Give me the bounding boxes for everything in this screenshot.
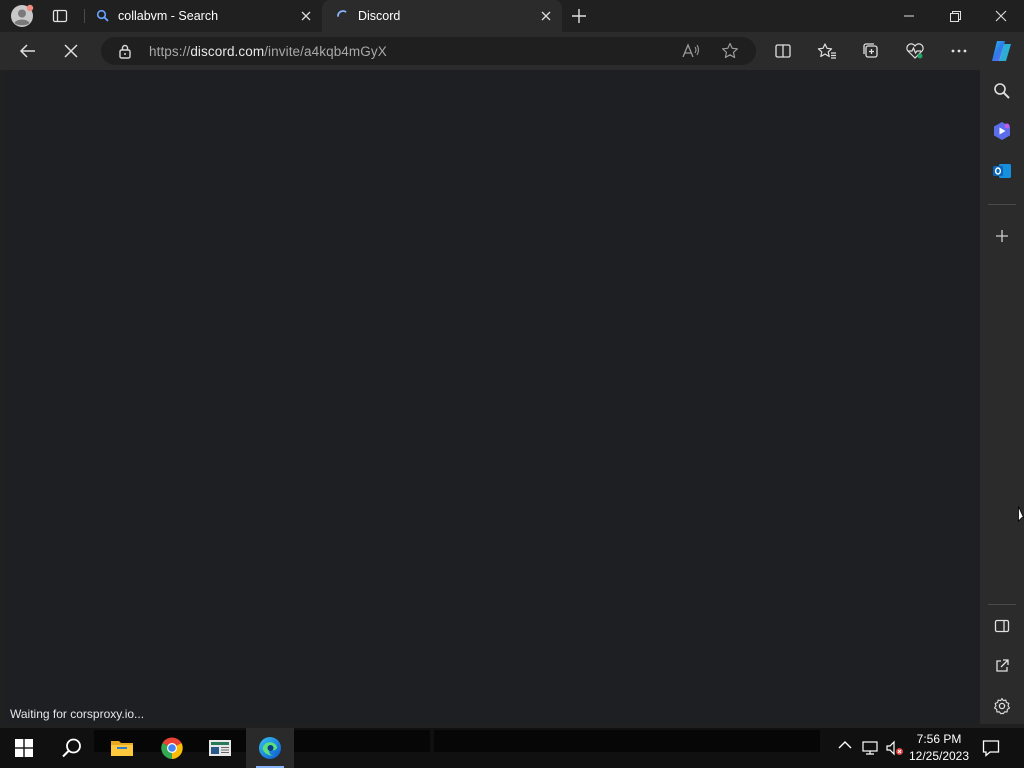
profile-icon <box>11 4 34 27</box>
more-icon <box>951 49 967 53</box>
read-aloud-button[interactable] <box>681 42 701 60</box>
url-path: /invite/a4kqb4mGyX <box>264 44 387 59</box>
sidebar-separator <box>988 204 1016 205</box>
add-icon <box>996 230 1008 242</box>
news-icon <box>209 740 231 756</box>
tab-discord[interactable]: Discord <box>322 0 562 32</box>
tab-title: Discord <box>358 9 401 23</box>
taskbar-toolbar-block <box>434 730 820 752</box>
back-button[interactable] <box>13 37 43 65</box>
stop-icon <box>64 44 78 58</box>
collections-icon <box>863 43 878 58</box>
taskbar-search-button[interactable] <box>48 728 96 768</box>
copilot-icon <box>992 41 1011 61</box>
url-host: discord.com <box>190 44 265 59</box>
read-aloud-icon <box>682 43 700 58</box>
open-in-window-button[interactable] <box>989 653 1015 679</box>
address-bar[interactable]: https://discord.com/invite/a4kqb4mGyX <box>101 37 756 65</box>
close-tab-button[interactable] <box>298 8 314 24</box>
hide-sidebar-icon <box>994 619 1010 633</box>
close-tab-button[interactable] <box>538 8 554 24</box>
navigation-bar: https://discord.com/invite/a4kqb4mGyX <box>0 32 1024 70</box>
volume-status[interactable] <box>886 740 904 756</box>
file-explorer-icon <box>111 741 133 756</box>
clock-date: 12/25/2023 <box>908 749 970 763</box>
outlook-icon <box>993 164 1011 178</box>
chevron-up-icon <box>838 741 852 749</box>
tab-divider <box>84 9 85 23</box>
sidebar-settings-button[interactable] <box>989 693 1015 719</box>
hide-sidebar-button[interactable] <box>989 613 1015 639</box>
back-arrow-icon <box>19 44 35 58</box>
collections-button[interactable] <box>856 37 886 65</box>
profile-avatar[interactable] <box>10 4 34 28</box>
restore-icon <box>949 10 961 22</box>
star-icon <box>722 42 738 59</box>
sidebar-copilot-button[interactable] <box>989 118 1015 144</box>
sidebar-outlook-button[interactable] <box>989 158 1015 184</box>
split-screen-icon <box>775 44 791 58</box>
favorites-icon <box>817 43 836 59</box>
taskbar-clock[interactable]: 7:56 PM 12/25/2023 <box>906 731 972 765</box>
taskbar-news[interactable] <box>196 728 244 768</box>
taskbar-edge[interactable] <box>246 728 294 768</box>
search-icon <box>96 9 109 22</box>
tab-actions-button[interactable] <box>50 7 70 25</box>
open-external-icon <box>996 659 1009 672</box>
search-icon <box>62 738 81 758</box>
status-bar-text: Waiting for corsproxy.io... <box>4 704 151 724</box>
tab-title: collabvm - Search <box>118 9 219 23</box>
close-window-button[interactable] <box>978 0 1024 32</box>
tab-collabvm-search[interactable]: collabvm - Search <box>86 0 322 32</box>
sidebar-separator <box>988 604 1016 605</box>
close-icon <box>541 11 551 21</box>
close-icon <box>301 11 311 21</box>
sidebar-search-button[interactable] <box>989 78 1015 104</box>
new-tab-button[interactable] <box>568 6 590 26</box>
volume-muted-icon <box>886 740 903 756</box>
lock-icon[interactable] <box>118 44 132 59</box>
notifications-button[interactable] <box>982 739 1000 757</box>
start-icon <box>15 739 33 757</box>
vertical-tabs-icon <box>52 9 68 23</box>
stop-loading-button[interactable] <box>56 37 86 65</box>
more-options-button[interactable] <box>944 37 974 65</box>
edge-sidebar <box>980 70 1024 724</box>
sidebar-add-button[interactable] <box>989 223 1015 249</box>
browser-essentials-button[interactable] <box>900 37 930 65</box>
plus-icon <box>572 9 586 23</box>
clock-time: 7:56 PM <box>916 732 962 746</box>
mouse-cursor <box>1018 506 1024 524</box>
notification-icon <box>982 740 1000 757</box>
favorite-star-button[interactable] <box>721 42 739 60</box>
show-hidden-icons-button[interactable] <box>838 740 852 750</box>
minimize-icon <box>904 15 914 17</box>
loading-spinner-icon <box>337 10 347 17</box>
favorites-button[interactable] <box>812 37 842 65</box>
minimize-button[interactable] <box>886 0 932 32</box>
taskbar-chrome[interactable] <box>148 728 196 768</box>
settings-icon <box>993 697 1011 715</box>
page-content-area[interactable] <box>4 70 980 724</box>
split-screen-button[interactable] <box>768 37 798 65</box>
title-bar: collabvm - Search Discord <box>0 0 1024 32</box>
copilot-icon <box>994 122 1010 140</box>
chrome-icon <box>161 737 183 759</box>
heart-pulse-icon <box>906 43 924 59</box>
taskbar-file-explorer[interactable] <box>98 728 146 768</box>
network-status[interactable] <box>862 740 880 756</box>
url-prefix: https:// <box>149 44 191 59</box>
edge-icon <box>259 737 281 759</box>
search-icon <box>994 83 1010 99</box>
restore-button[interactable] <box>932 0 978 32</box>
network-icon <box>862 741 878 755</box>
close-icon <box>995 10 1007 22</box>
copilot-button[interactable] <box>986 37 1016 65</box>
url-text[interactable]: https://discord.com/invite/a4kqb4mGyX <box>149 44 387 59</box>
taskbar: 7:56 PM 12/25/2023 <box>0 728 1024 768</box>
cursor-icon <box>1018 506 1024 522</box>
start-button[interactable] <box>0 728 48 768</box>
